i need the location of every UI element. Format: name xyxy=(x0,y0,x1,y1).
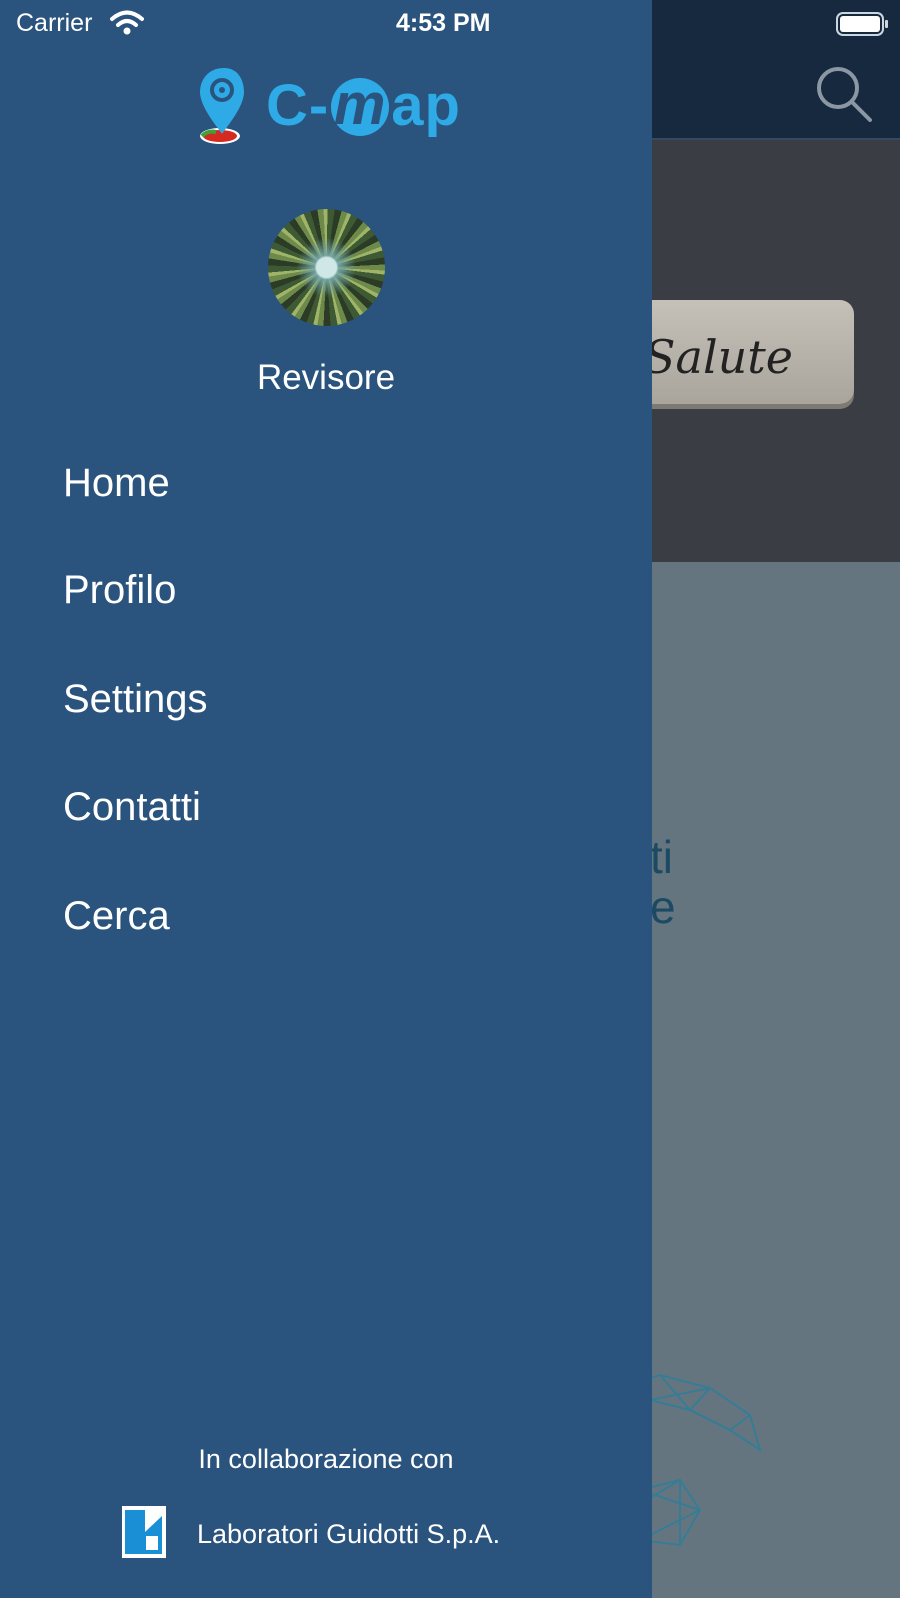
banner-text: Salute xyxy=(644,330,793,384)
user-name: Revisore xyxy=(256,358,396,397)
logo-wordmark: C-map xyxy=(266,74,461,138)
search-icon[interactable] xyxy=(814,64,874,124)
status-time: 4:53 PM xyxy=(396,9,491,37)
side-drawer: Carrier 4:53 PM C-map Revisore Home Prof… xyxy=(0,0,652,1598)
menu-item-settings[interactable]: Settings xyxy=(63,664,583,734)
wifi-icon xyxy=(110,10,144,35)
partner-logo-icon xyxy=(122,1506,166,1558)
map-pin-logo-icon xyxy=(200,68,244,144)
partner-name[interactable]: Laboratori Guidotti S.p.A. xyxy=(197,1516,500,1552)
avatar[interactable] xyxy=(268,209,385,326)
logo-text-suffix: ap xyxy=(391,73,461,138)
collaboration-text: In collaborazione con xyxy=(198,1444,454,1474)
logo-text-prefix: C- xyxy=(266,73,330,138)
logo-text-m: m xyxy=(331,76,390,136)
app-logo: C-map xyxy=(194,62,474,146)
menu-item-profilo[interactable]: Profilo xyxy=(63,555,583,625)
status-carrier: Carrier xyxy=(16,9,93,37)
menu-item-home[interactable]: Home xyxy=(63,448,583,518)
battery-icon xyxy=(836,12,888,36)
background-partial-text: ti e xyxy=(650,831,676,933)
menu-item-cerca[interactable]: Cerca xyxy=(63,881,583,951)
menu-item-contatti[interactable]: Contatti xyxy=(63,772,583,842)
